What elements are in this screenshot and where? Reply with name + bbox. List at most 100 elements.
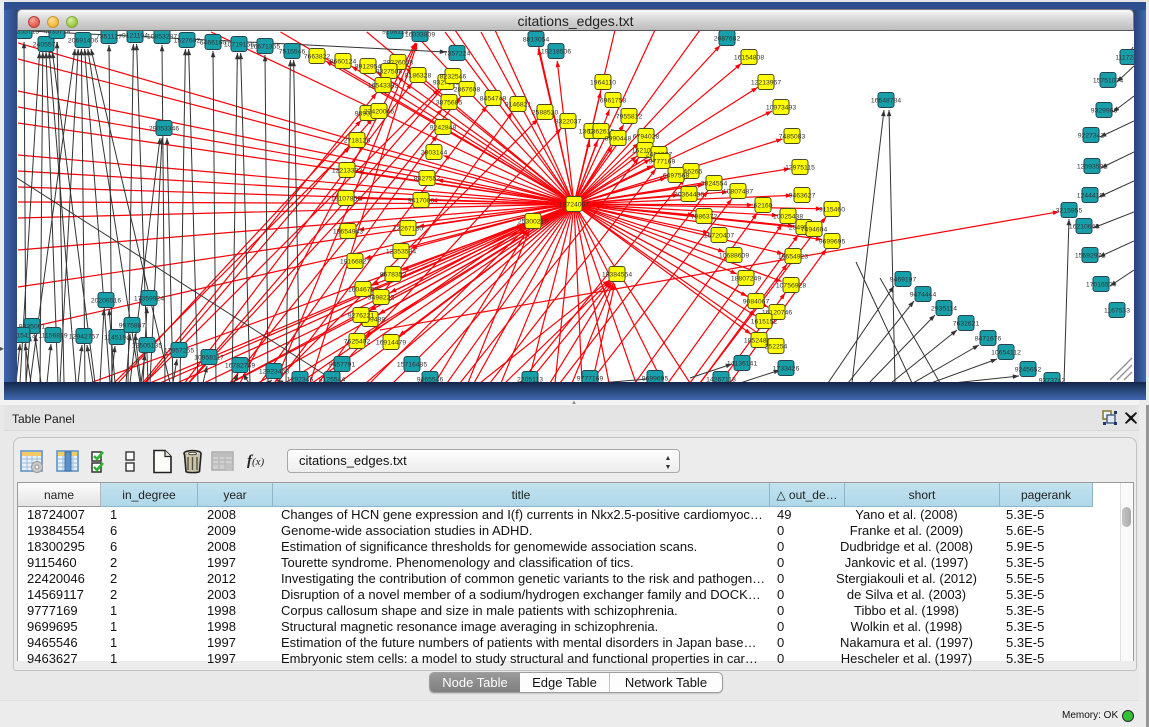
svg-text:20206516: 20206516: [91, 298, 121, 305]
svg-text:17957255: 17957255: [164, 348, 194, 355]
svg-text:15716485: 15716485: [397, 362, 427, 369]
svg-text:9242848: 9242848: [430, 125, 457, 132]
svg-text:12353594: 12353594: [386, 249, 416, 256]
svg-text:2867608: 2867608: [454, 87, 481, 94]
svg-text:9457791: 9457791: [329, 362, 356, 369]
svg-text:8427552: 8427552: [414, 176, 441, 183]
svg-text:7986372: 7986372: [691, 214, 718, 221]
svg-text:9227342: 9227342: [1078, 133, 1105, 140]
svg-text:1964110: 1964110: [590, 80, 616, 87]
svg-text:19384554: 19384554: [602, 272, 632, 279]
svg-text:16648784: 16648784: [871, 98, 901, 105]
svg-text:8678352: 8678352: [380, 272, 407, 279]
svg-text:3824554: 3824554: [701, 181, 728, 188]
svg-text:9146821: 9146821: [505, 102, 532, 109]
svg-text:2205113: 2205113: [517, 377, 543, 383]
svg-text:3215955: 3215955: [1056, 208, 1083, 215]
svg-text:8232546: 8232546: [440, 74, 467, 81]
svg-text:8471676: 8471676: [975, 336, 1002, 343]
svg-text:9121104: 9121104: [122, 33, 148, 40]
svg-text:10756928: 10756928: [776, 283, 806, 290]
svg-text:16914479: 16914479: [376, 340, 406, 347]
svg-text:9474444: 9474444: [910, 292, 937, 299]
svg-text:8454749: 8454749: [480, 96, 507, 103]
svg-text:19166827: 19166827: [340, 259, 370, 266]
svg-text:9276221: 9276221: [348, 313, 375, 320]
svg-text:19654923: 19654923: [778, 254, 808, 261]
svg-text:16355713: 16355713: [17, 31, 39, 36]
svg-text:8660124: 8660124: [330, 59, 357, 66]
svg-text:252254: 252254: [765, 344, 788, 351]
svg-text:17016504: 17016504: [1086, 282, 1116, 289]
svg-text:9975887: 9975887: [119, 323, 146, 330]
svg-text:2405571: 2405571: [33, 42, 60, 49]
svg-text:2588520: 2588520: [532, 110, 559, 117]
svg-text:10807487: 10807487: [723, 189, 753, 196]
svg-text:8813054: 8813054: [523, 37, 550, 44]
svg-text:3498222: 3498222: [368, 295, 395, 302]
svg-text:16210643: 16210643: [1069, 224, 1099, 231]
svg-text:1527602: 1527602: [174, 38, 201, 45]
svg-text:12923468: 12923468: [259, 369, 289, 376]
svg-text:2803144: 2803144: [421, 150, 448, 157]
svg-text:7632621: 7632621: [953, 321, 980, 328]
svg-text:2087682: 2087682: [714, 36, 741, 43]
svg-text:9465546: 9465546: [417, 377, 444, 383]
svg-text:7955812: 7955812: [616, 114, 643, 121]
svg-text:9084067: 9084067: [743, 299, 770, 306]
svg-text:12942757: 12942757: [69, 334, 99, 341]
svg-text:3915413: 3915413: [17, 333, 35, 340]
svg-text:8125544: 8125544: [319, 377, 346, 383]
svg-text:8322037: 8322037: [555, 119, 582, 126]
svg-text:9777169: 9777169: [649, 159, 676, 166]
svg-text:10654112: 10654112: [991, 350, 1021, 357]
svg-text:8990448: 8990448: [605, 136, 632, 143]
svg-text:9777169: 9777169: [577, 376, 604, 383]
svg-text:15720407: 15720407: [704, 233, 734, 240]
svg-text:12975115: 12975115: [785, 165, 815, 172]
svg-text:7485083: 7485083: [779, 134, 806, 141]
svg-text:12093582: 12093582: [1077, 164, 1107, 171]
svg-text:1145194: 1145194: [104, 335, 130, 342]
svg-text:1244419: 1244419: [1077, 193, 1104, 200]
svg-text:16154808: 16154808: [734, 55, 764, 62]
svg-text:10688609: 10688609: [719, 253, 749, 260]
svg-text:15692971: 15692971: [1075, 253, 1105, 260]
svg-text:6466160: 6466160: [200, 40, 227, 47]
svg-text:17359924: 17359924: [134, 296, 164, 303]
svg-text:9469197: 9469197: [890, 277, 917, 284]
svg-text:9327508: 9327508: [376, 69, 403, 76]
svg-text:7663822: 7663822: [304, 54, 331, 61]
svg-text:1117233: 1117233: [1115, 55, 1134, 62]
svg-text:9115460: 9115460: [819, 207, 845, 214]
svg-text:2718126: 2718126: [344, 138, 371, 145]
svg-text:18724007: 18724007: [559, 202, 589, 209]
svg-text:8186328: 8186328: [405, 73, 432, 80]
svg-text:14267118: 14267118: [706, 377, 736, 383]
svg-text:6794028: 6794028: [633, 134, 660, 141]
svg-text:9417006: 9417006: [408, 198, 435, 205]
svg-text:7625402: 7625402: [344, 339, 371, 346]
svg-text:12505135: 12505135: [132, 343, 162, 350]
svg-text:13267130: 13267130: [393, 226, 423, 233]
svg-text:2935114: 2935114: [931, 306, 957, 313]
svg-text:9373742: 9373742: [1039, 378, 1066, 383]
svg-text:7357224: 7357224: [444, 51, 471, 58]
svg-text:16033809: 16033809: [405, 32, 435, 39]
svg-text:25300215: 25300215: [518, 219, 548, 226]
svg-text:12213382: 12213382: [332, 168, 362, 175]
svg-text:1292346: 1292346: [287, 377, 314, 383]
svg-text:12213967: 12213967: [751, 80, 781, 87]
svg-text:29053346: 29053346: [149, 126, 179, 133]
svg-text:3875685: 3875685: [436, 100, 463, 107]
svg-text:16782759: 16782759: [225, 363, 255, 370]
svg-text:7515546: 7515546: [279, 49, 306, 56]
svg-text:1733426: 1733426: [773, 366, 800, 373]
svg-text:15751074: 15751074: [1093, 78, 1123, 85]
svg-text:9699695: 9699695: [642, 376, 669, 383]
svg-text:19654943: 19654943: [333, 229, 363, 236]
svg-text:62160: 62160: [754, 203, 773, 210]
svg-text:16543382: 16543382: [368, 83, 398, 90]
svg-text:9699695: 9699695: [819, 239, 846, 246]
svg-text:19107852: 19107852: [331, 196, 361, 203]
